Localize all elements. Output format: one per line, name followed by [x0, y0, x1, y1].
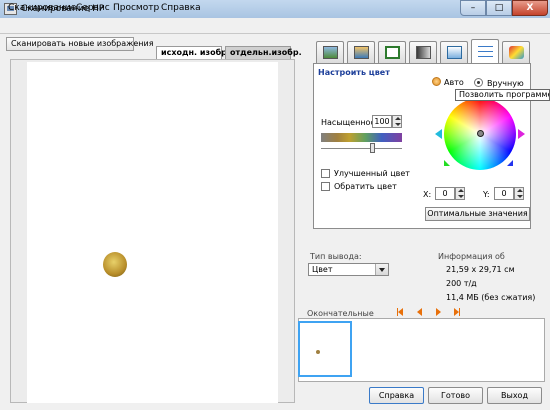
next-page-icon[interactable]	[436, 308, 441, 316]
auto-radio[interactable]	[432, 77, 441, 86]
crop-icon	[385, 46, 400, 59]
menu-view[interactable]: Просмотр	[113, 3, 159, 13]
invert-color-checkbox[interactable]	[321, 182, 330, 191]
menu-scanning[interactable]: Сканирование	[8, 3, 76, 13]
info-label: Информация об	[438, 252, 505, 261]
manual-radio[interactable]	[474, 78, 483, 87]
tool-tab-select[interactable]	[347, 41, 375, 63]
invert-color-label: Обратить цвет	[334, 182, 397, 191]
y-spinner[interactable]	[514, 187, 524, 200]
scan-new-images-button[interactable]: Сканировать новые изображения	[6, 37, 154, 51]
cyan-marker-icon	[435, 129, 442, 139]
tool-tab-crop[interactable]	[378, 41, 406, 63]
tool-tab-resize[interactable]	[409, 41, 437, 63]
saturation-slider-thumb[interactable]	[370, 143, 375, 153]
menu-help[interactable]: Справка	[161, 3, 201, 13]
done-button[interactable]: Готово	[428, 387, 483, 404]
photo-icon	[323, 46, 338, 59]
x-input[interactable]: 0	[435, 187, 455, 200]
tooltip: Позволить программе	[455, 89, 550, 101]
x-label: X:	[423, 190, 432, 199]
color-wheel-handle[interactable]	[477, 130, 484, 137]
color-panel-title: Настроить цвет	[318, 68, 390, 77]
blue-marker-icon	[507, 160, 513, 166]
info-file-size: 11,4 МБ (без сжатия)	[446, 293, 536, 302]
final-images-label: Окончательные	[307, 309, 374, 318]
prev-page-icon[interactable]	[417, 308, 422, 316]
first-page-icon[interactable]	[397, 308, 403, 316]
close-button[interactable]: X	[512, 0, 548, 16]
tools-icon	[509, 46, 524, 59]
minimize-button[interactable]: –	[460, 0, 486, 16]
saturation-input[interactable]: 100	[372, 115, 392, 128]
menu-service[interactable]: Сервис	[76, 3, 110, 13]
y-input[interactable]: 0	[494, 187, 514, 200]
scanned-page[interactable]	[27, 62, 278, 403]
resize-icon	[416, 46, 431, 59]
tab-separate-images[interactable]: отдельн.изобр.	[225, 46, 302, 59]
color-adjust-icon	[478, 44, 493, 57]
last-page-icon[interactable]	[454, 308, 460, 316]
coin-object	[103, 252, 127, 277]
tool-tab-export[interactable]	[440, 41, 468, 63]
maximize-button[interactable]: □	[486, 0, 512, 16]
output-type-label: Тип вывода:	[310, 252, 362, 261]
auto-label: Авто	[444, 78, 464, 87]
y-label: Y:	[483, 190, 490, 199]
help-button[interactable]: Справка	[369, 387, 424, 404]
menu-bar	[0, 18, 550, 34]
tool-tab-tools[interactable]	[502, 41, 530, 63]
saturation-slider-track[interactable]	[321, 148, 402, 150]
crop-select-icon	[354, 46, 369, 59]
tool-tab-color[interactable]	[471, 39, 499, 64]
magenta-marker-icon	[518, 129, 525, 139]
page-thumbnail[interactable]	[298, 321, 352, 377]
manual-label: Вручную	[487, 79, 524, 88]
enhanced-color-label: Улучшенный цвет	[334, 169, 410, 178]
optimal-values-button[interactable]: Оптимальные значения	[425, 207, 530, 221]
chevron-down-icon[interactable]	[375, 264, 388, 275]
tab-original-image[interactable]: исходн. изобр.	[156, 46, 230, 59]
export-icon	[447, 46, 462, 59]
exit-button[interactable]: Выход	[487, 387, 542, 404]
green-marker-icon	[444, 160, 450, 166]
x-spinner[interactable]	[455, 187, 465, 200]
saturation-spinner[interactable]	[392, 115, 402, 128]
tool-tab-photo[interactable]	[316, 41, 344, 63]
enhanced-color-checkbox[interactable]	[321, 169, 330, 178]
info-size: 21,59 x 29,71 см	[446, 265, 515, 274]
thumbnail-coin	[316, 350, 320, 354]
info-resolution: 200 т/д	[446, 279, 477, 288]
saturation-color-bar	[321, 133, 402, 142]
